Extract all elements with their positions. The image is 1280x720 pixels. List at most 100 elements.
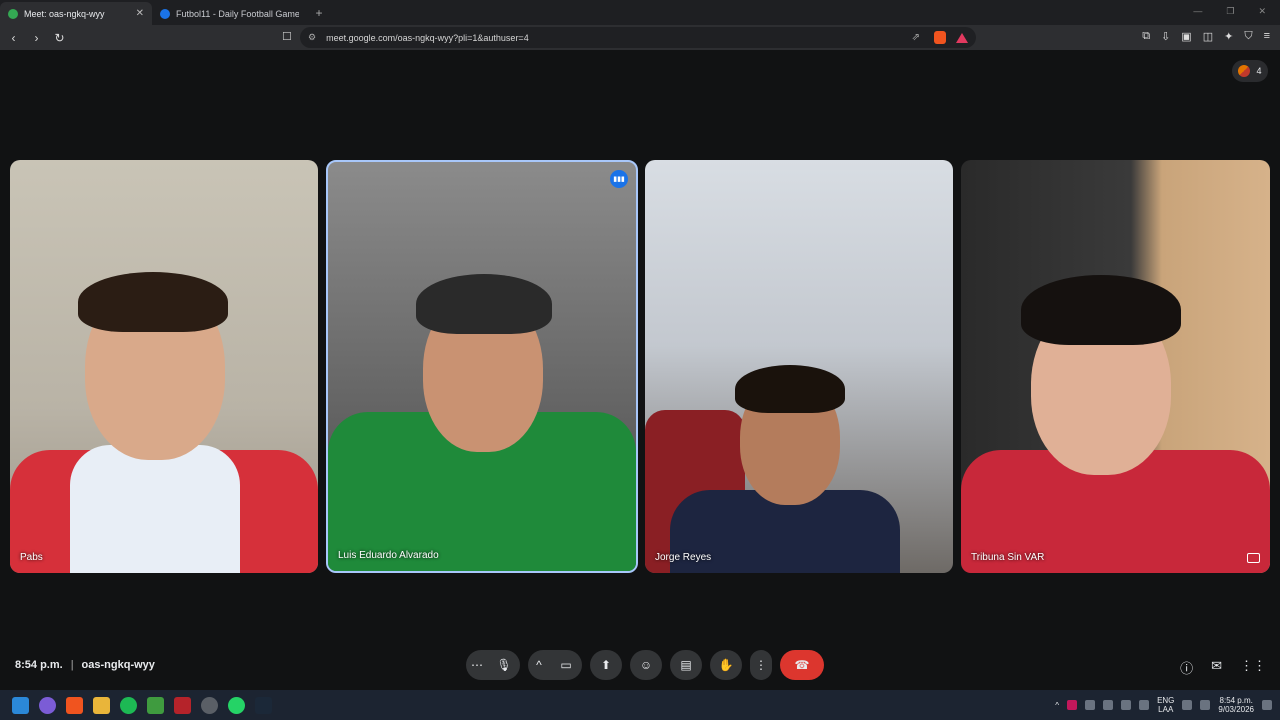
participant-hair [735, 365, 845, 413]
present-screen-button[interactable]: ⬆ [590, 650, 622, 680]
wallet-icon[interactable]: ◫ [1203, 30, 1213, 43]
taskbar-date: 9/03/2026 [1218, 705, 1254, 714]
tab-futbol11[interactable]: Futbol11 - Daily Football Games [152, 2, 307, 25]
xbox-icon[interactable] [147, 696, 164, 714]
brave-shields-icon[interactable] [934, 31, 946, 44]
brave-rewards-icon[interactable] [956, 32, 968, 43]
participants-button[interactable]: 4 [1232, 60, 1268, 82]
back-icon[interactable]: ‹ [4, 31, 23, 45]
brave-icon[interactable] [66, 696, 83, 714]
address-bar[interactable]: ⚙ meet.google.com/oas-ngkq-wyy?pli=1&aut… [300, 27, 976, 48]
translate-icon[interactable]: ⧉ [1142, 30, 1150, 43]
participant-name: Luis Eduardo Alvarado [338, 550, 439, 561]
taskbar-apps [12, 696, 272, 714]
game-launcher-icon[interactable] [174, 696, 191, 714]
language-indicator[interactable]: ENG LAA [1157, 696, 1174, 714]
meeting-side-tools: ⓘ ✉ ⋮⋮ [1180, 658, 1266, 677]
shirt-collar [70, 445, 240, 573]
toolbar-right-icons: ⧉ ⇩ ▣ ◫ ✦ ⛉ ≡ [1142, 30, 1270, 43]
tray-usb-icon[interactable] [1121, 700, 1132, 710]
speaking-indicator-icon: ▮▮▮ [610, 170, 628, 188]
tray-app-icon[interactable] [1067, 700, 1078, 710]
meet-stage: 4 Pabs ▮▮▮ Luis Eduardo Alvarado Jorge R… [0, 50, 1280, 690]
meet-favicon-icon [8, 8, 18, 19]
maximize-icon[interactable]: ❐ [1226, 6, 1234, 17]
chat-icon[interactable]: ✉ [1211, 658, 1222, 677]
participant-name: Pabs [20, 552, 43, 563]
meet-control-bar: 8:54 p.m. | oas-ngkq-wyy ⋯ 🎙 ^ ▭ ⬆ ☺ ▤ ✋… [0, 650, 1280, 690]
menu-icon[interactable]: ≡ [1264, 30, 1270, 43]
participant-tile[interactable]: Pabs [10, 160, 318, 573]
raise-hand-button[interactable]: ✋ [710, 650, 742, 680]
language-code: ENG [1157, 696, 1175, 705]
meeting-info: 8:54 p.m. | oas-ngkq-wyy [15, 659, 155, 671]
minimize-icon[interactable]: — [1193, 6, 1202, 17]
browser-toolbar: ‹ › ↻ ☐ ⚙ meet.google.com/oas-ngkq-wyy?p… [0, 25, 1280, 50]
volume-icon[interactable] [1200, 700, 1211, 710]
start-icon[interactable] [12, 696, 29, 714]
participant-hair [78, 272, 228, 332]
bookmark-icon[interactable]: ☐ [282, 30, 292, 43]
leave-call-button[interactable]: ☎ [780, 650, 824, 680]
separator: | [70, 659, 74, 671]
audio-options-icon[interactable]: ⋯ [466, 650, 488, 680]
taskbar-time: 8:54 p.m. [1219, 696, 1253, 705]
participant-tile-active-speaker[interactable]: ▮▮▮ Luis Eduardo Alvarado [326, 160, 638, 573]
taskbar-clock[interactable]: 8:54 p.m. 9/03/2026 [1218, 696, 1254, 714]
participant-name: Tribuna Sin VAR [971, 552, 1045, 563]
notifications-icon[interactable] [1262, 700, 1272, 710]
futbol11-favicon-icon [160, 8, 170, 19]
vpn-icon[interactable]: ⛉ [1244, 30, 1252, 43]
video-options-icon[interactable]: ^ [528, 650, 550, 680]
download-icon[interactable]: ⇩ [1161, 30, 1170, 43]
steam-icon[interactable] [255, 696, 272, 714]
pin-icon[interactable] [1247, 553, 1260, 563]
wifi-icon[interactable] [1182, 700, 1193, 710]
tray-cloud-icon[interactable] [1085, 700, 1096, 710]
window-controls: — ❐ ✕ [1193, 6, 1280, 25]
site-settings-icon[interactable]: ⚙ [308, 32, 316, 43]
url-text: meet.google.com/oas-ngkq-wyy?pli=1&authu… [326, 32, 529, 43]
spotify-icon[interactable] [120, 696, 137, 714]
participant-cap [416, 274, 552, 334]
reactions-button[interactable]: ☺ [630, 650, 662, 680]
participant-name: Jorge Reyes [655, 552, 712, 563]
browser-tab-bar: Meet: oas-ngkq-wyy ✕ Futbol11 - Daily Fo… [0, 0, 1280, 25]
participant-tile[interactable]: Tribuna Sin VAR [961, 160, 1270, 573]
app-icon[interactable] [201, 696, 218, 714]
whatsapp-icon[interactable] [228, 696, 245, 714]
tray-bluetooth-icon[interactable] [1103, 700, 1114, 710]
audio-group: ⋯ 🎙 [466, 650, 520, 680]
more-options-icon[interactable]: ⋮ [750, 650, 772, 680]
tab-title: Futbol11 - Daily Football Games [176, 8, 299, 19]
captions-button[interactable]: ▤ [670, 650, 702, 680]
file-explorer-icon[interactable] [93, 696, 110, 714]
meeting-details-icon[interactable]: ⓘ [1180, 658, 1193, 677]
reload-icon[interactable]: ↻ [50, 31, 69, 45]
new-tab-button[interactable]: + [307, 6, 331, 25]
share-icon[interactable]: ⇗ [912, 32, 920, 43]
forward-icon[interactable]: › [27, 31, 46, 45]
participant-avatar-icon [1238, 65, 1251, 77]
tray-mic-icon[interactable] [1139, 700, 1150, 710]
participant-tile[interactable]: Jorge Reyes [645, 160, 953, 573]
call-controls: ⋯ 🎙 ^ ▭ ⬆ ☺ ▤ ✋ ⋮ ☎ [466, 650, 824, 680]
copilot-icon[interactable] [39, 696, 56, 714]
video-group: ^ ▭ [528, 650, 582, 680]
participant-count: 4 [1256, 66, 1262, 76]
participant-hair [1021, 275, 1181, 345]
meeting-time: 8:54 p.m. [15, 659, 63, 671]
meeting-code: oas-ngkq-wyy [81, 659, 155, 671]
sidebar-icon[interactable]: ▣ [1181, 30, 1191, 43]
show-hidden-icons-icon[interactable]: ^ [1055, 701, 1059, 710]
tab-meet[interactable]: Meet: oas-ngkq-wyy ✕ [0, 2, 152, 25]
keyboard-layout: LAA [1158, 705, 1174, 714]
leo-ai-icon[interactable]: ✦ [1224, 30, 1233, 43]
close-tab-icon[interactable]: ✕ [136, 8, 144, 19]
camera-button[interactable]: ▭ [550, 650, 582, 680]
system-tray: ^ ENG LAA 8:54 p.m. 9/03/2026 [1055, 696, 1280, 714]
microphone-button[interactable]: 🎙 [488, 650, 520, 680]
close-window-icon[interactable]: ✕ [1258, 6, 1266, 17]
tab-title: Meet: oas-ngkq-wyy [24, 8, 105, 19]
activities-icon[interactable]: ⋮⋮ [1240, 658, 1266, 677]
